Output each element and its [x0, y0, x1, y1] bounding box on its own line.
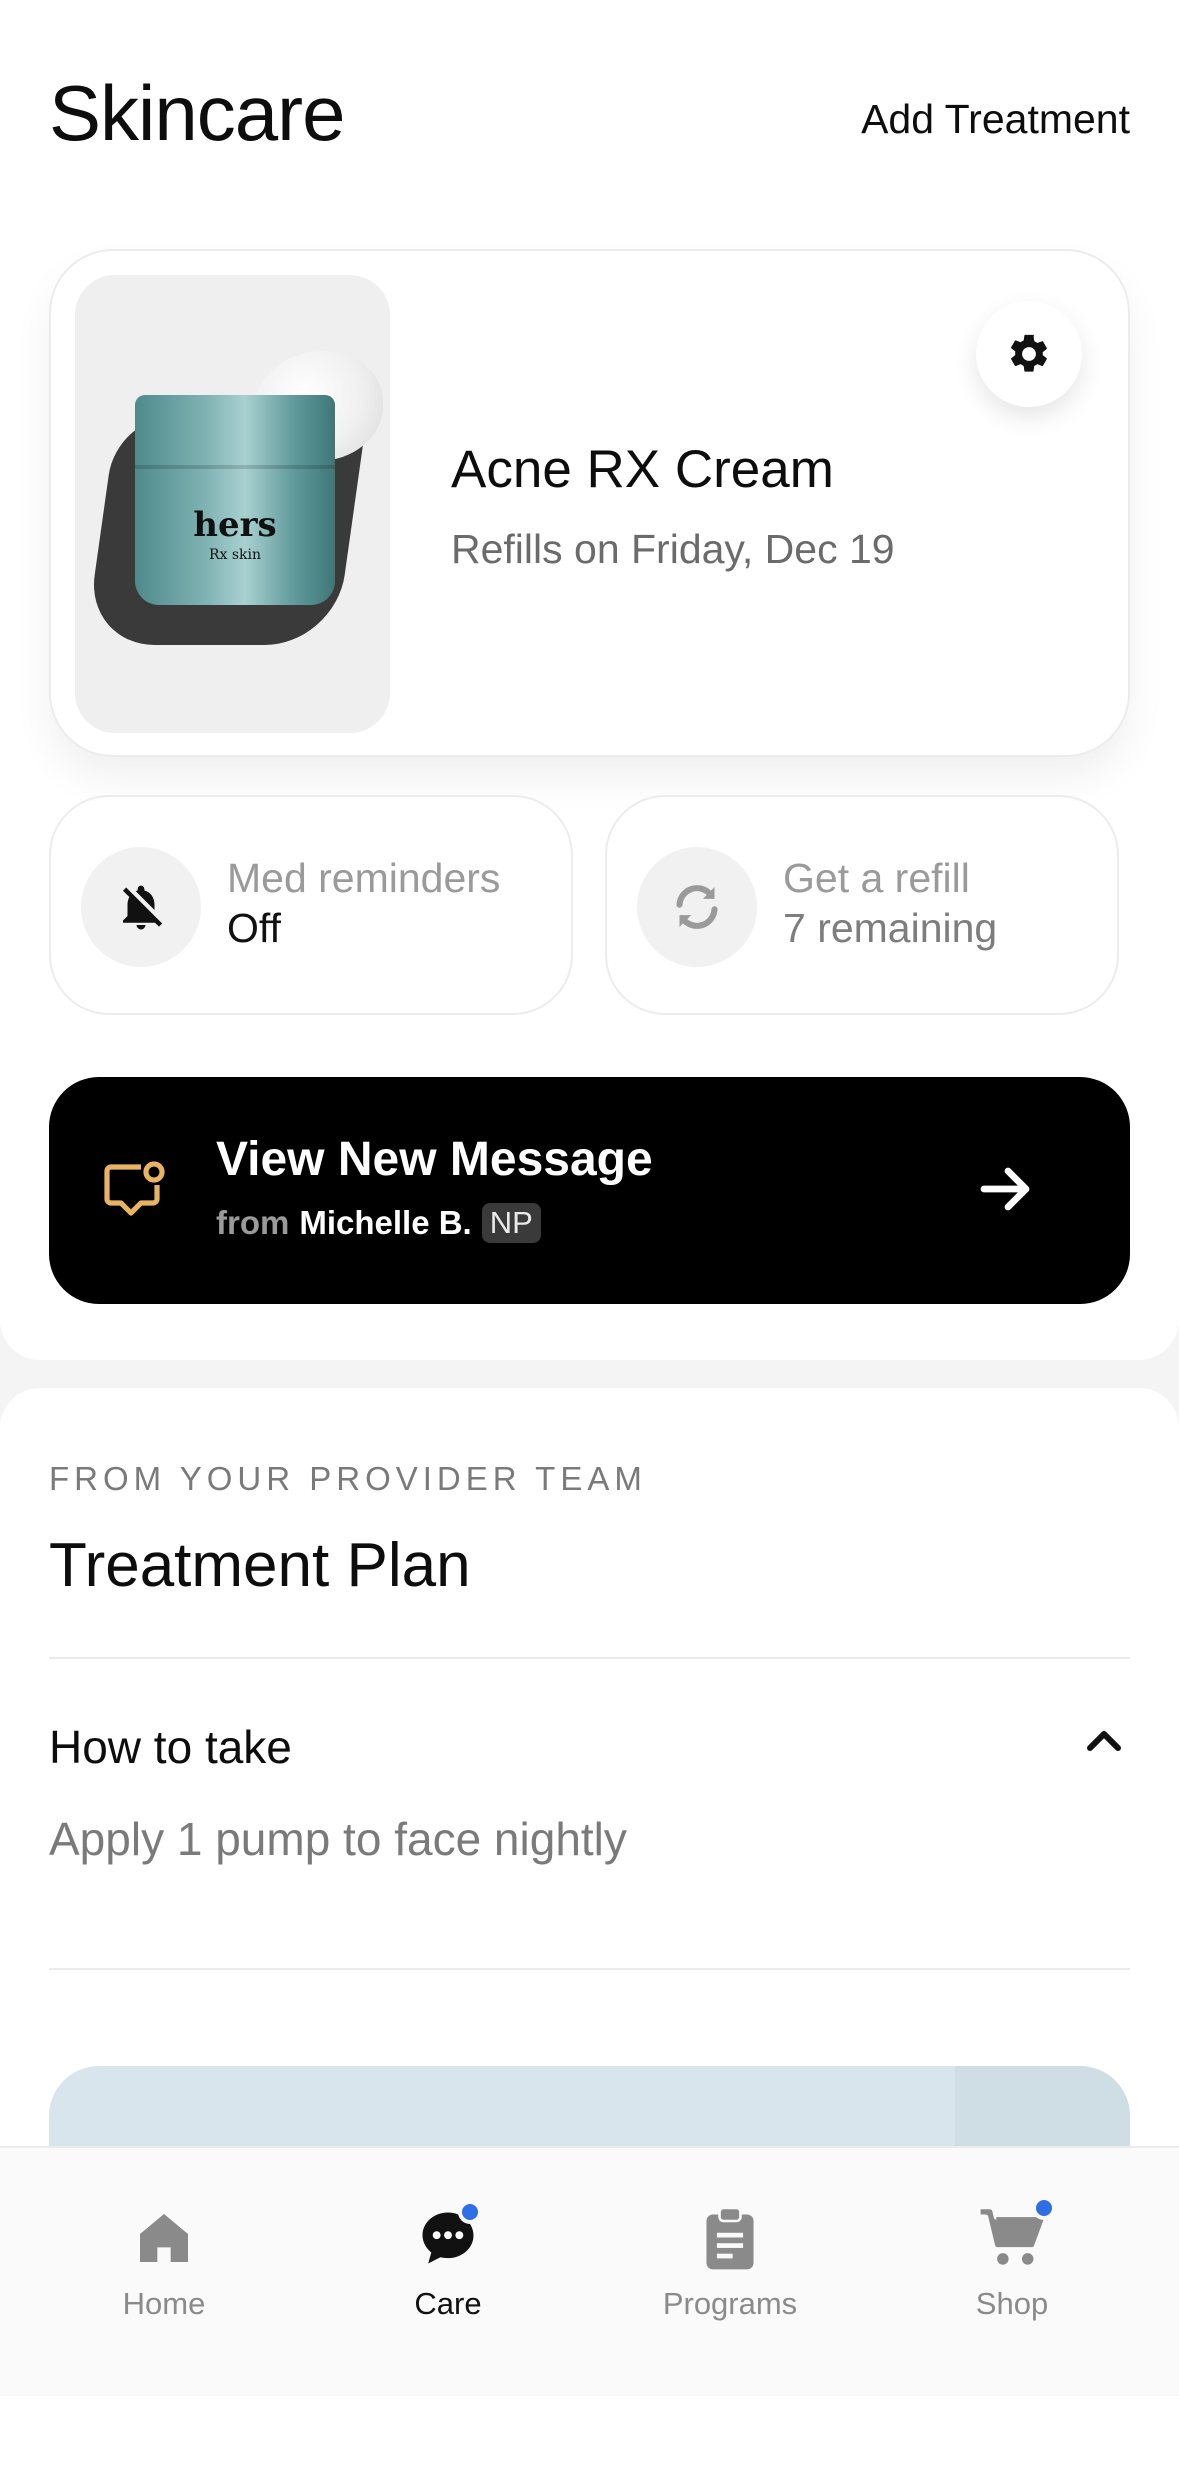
gear-icon	[1011, 334, 1047, 372]
med-reminders-value: Off	[227, 905, 281, 951]
arrow-right-icon	[980, 1167, 1030, 1211]
nav-label: Home	[122, 2286, 206, 2321]
treatment-plan-title: Treatment Plan	[49, 1531, 471, 1600]
product-name: Acne RX Cream	[451, 440, 834, 499]
nav-home[interactable]: Home	[64, 2198, 264, 2322]
refresh-icon	[676, 885, 718, 929]
bottom-navigation: Home Care Programs Shop	[0, 2146, 1179, 2396]
nav-label: Programs	[662, 2286, 798, 2321]
product-image: hers Rx skin	[75, 275, 390, 733]
nav-care[interactable]: Care	[348, 2198, 548, 2322]
med-reminders-card[interactable]: Med reminders Off	[49, 795, 573, 1015]
nav-label: Shop	[975, 2286, 1049, 2321]
message-alert-icon	[104, 1161, 165, 1216]
refills-remaining: 7 remaining	[783, 905, 998, 951]
from-word: from	[216, 1204, 290, 1241]
how-to-take-header[interactable]: How to take	[49, 1720, 292, 1774]
view-new-message-button[interactable]: View New Message from Michelle B. NP	[49, 1077, 1130, 1304]
product-card[interactable]: hers Rx skin Acne RX Cream Refills on Fr…	[49, 249, 1130, 757]
bell-off-icon	[123, 885, 163, 930]
clipboard-icon	[706, 2206, 754, 2270]
how-to-take-body: Apply 1 pump to face nightly	[49, 1813, 627, 1865]
nav-programs[interactable]: Programs	[630, 2198, 830, 2322]
nav-label: Care	[414, 2286, 482, 2321]
nav-shop[interactable]: Shop	[912, 2196, 1112, 2322]
section-eyebrow: FROM YOUR PROVIDER TEAM	[49, 1460, 647, 1497]
refill-date: Refills on Friday, Dec 19	[451, 526, 895, 572]
settings-button[interactable]	[976, 301, 1082, 407]
message-sender-line: from Michelle B. NP	[216, 1203, 541, 1243]
home-icon	[140, 2214, 188, 2262]
shop-notification-dot	[1032, 2196, 1056, 2220]
get-refill-label: Get a refill	[783, 855, 970, 901]
divider	[49, 1968, 1130, 1970]
chevron-up-icon[interactable]	[1084, 1728, 1124, 1754]
divider	[49, 1657, 1130, 1659]
sender-name: Michelle B.	[299, 1204, 472, 1241]
jar-brand-logo: hers	[193, 505, 277, 545]
med-reminders-label: Med reminders	[227, 855, 501, 901]
jar-brand-sub: Rx skin	[208, 547, 262, 563]
cream-jar: hers Rx skin	[135, 395, 335, 605]
provider-badge: NP	[481, 1203, 541, 1243]
add-treatment-link[interactable]: Add Treatment	[861, 96, 1130, 143]
page-title: Skincare	[49, 69, 345, 157]
get-refill-card[interactable]: Get a refill 7 remaining	[605, 795, 1119, 1015]
message-title: View New Message	[216, 1133, 653, 1186]
care-notification-dot	[458, 2200, 482, 2224]
treatment-header-section: Skincare Add Treatment hers Rx skin Acne…	[0, 0, 1179, 1360]
